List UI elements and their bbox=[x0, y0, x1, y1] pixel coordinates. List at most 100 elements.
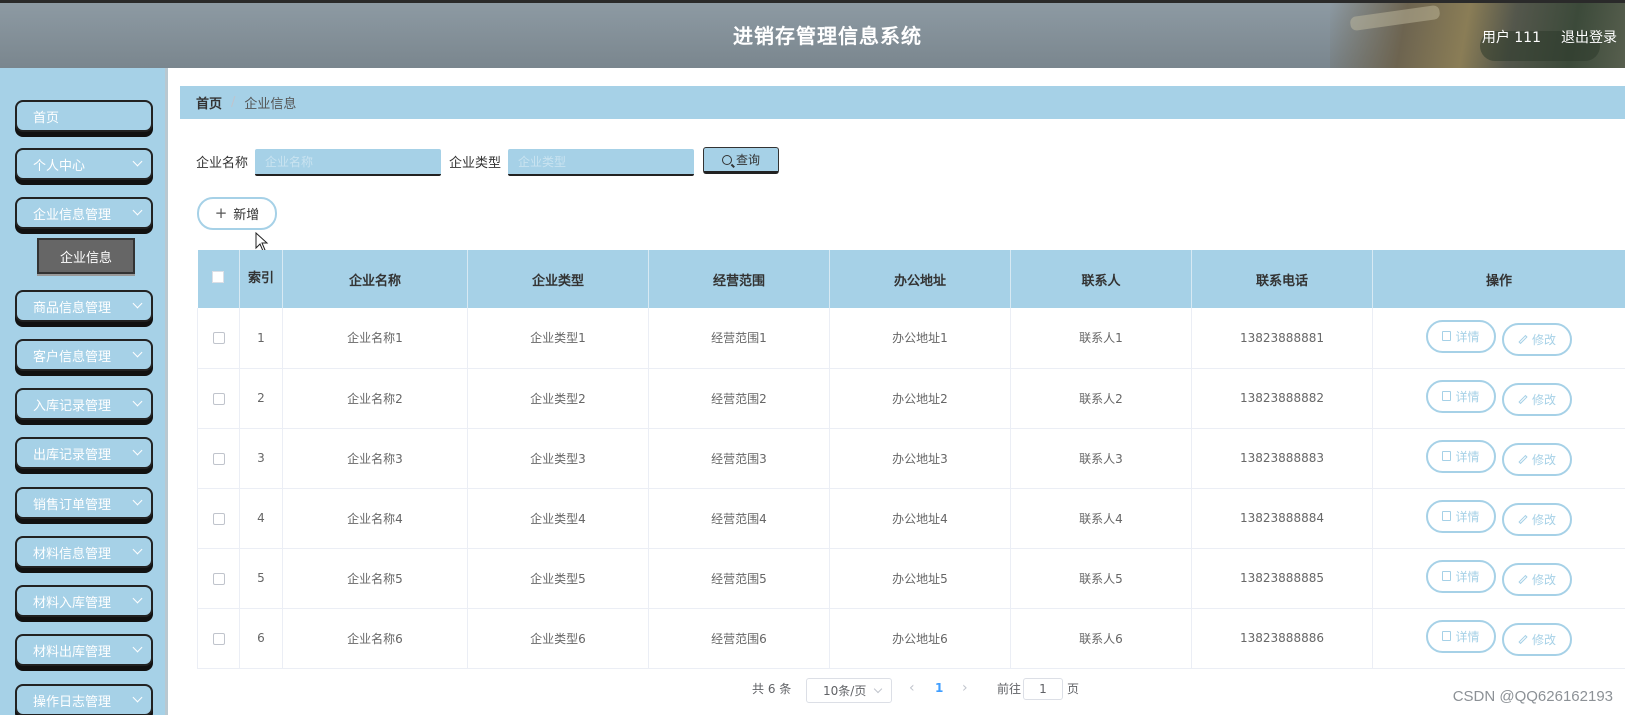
search-button[interactable]: 查询 bbox=[703, 147, 779, 174]
detail-button-label: 详情 bbox=[1455, 569, 1480, 584]
goto-page-input[interactable] bbox=[1023, 678, 1063, 700]
row-actions-cell: 详情 修改 bbox=[1372, 308, 1625, 369]
prev-page-icon[interactable]: ‹ bbox=[909, 680, 915, 696]
edit-icon bbox=[1518, 395, 1528, 405]
row-checkbox[interactable] bbox=[212, 572, 225, 585]
plus-icon: + bbox=[214, 204, 228, 222]
contact-person-cell: 联系人2 bbox=[1010, 368, 1192, 429]
row-actions-cell: 详情 修改 bbox=[1372, 488, 1625, 549]
contact-person-cell: 联系人5 bbox=[1010, 548, 1192, 609]
row-actions-cell: 详情 修改 bbox=[1372, 428, 1625, 489]
detail-button[interactable]: 详情 bbox=[1426, 439, 1496, 473]
business-scope-cell: 经营范围1 bbox=[648, 308, 830, 369]
row-checkbox[interactable] bbox=[212, 332, 225, 345]
edit-button[interactable]: 修改 bbox=[1502, 323, 1572, 356]
column-header: 操作 bbox=[1372, 250, 1625, 308]
page-size-value: 10条/页 bbox=[823, 684, 867, 698]
edit-button-label: 修改 bbox=[1531, 333, 1556, 347]
detail-button[interactable]: 详情 bbox=[1426, 499, 1496, 533]
detail-button-label: 详情 bbox=[1455, 389, 1480, 404]
sidebar-item-operation-logs[interactable]: 操作日志管理 bbox=[15, 684, 153, 715]
row-checkbox[interactable] bbox=[212, 512, 225, 525]
table-row: 5 企业名称5 企业类型5 经营范围5 办公地址5 联系人5 13823888885 详情 修改 bbox=[197, 548, 1625, 609]
detail-button[interactable]: 详情 bbox=[1426, 559, 1496, 593]
enterprise-table: 索引 企业名称 企业类型 经营范围 办公地址 联系人 联系电话 操作 1 企业名称… bbox=[197, 250, 1625, 669]
row-select-cell bbox=[197, 488, 240, 549]
enterprise-type-cell: 企业类型2 bbox=[467, 368, 649, 429]
page-size-select[interactable]: 10条/页 bbox=[806, 678, 892, 703]
document-icon bbox=[1442, 631, 1452, 642]
document-icon bbox=[1442, 391, 1452, 402]
document-icon bbox=[1442, 331, 1452, 341]
breadcrumb-home[interactable]: 首页 bbox=[196, 93, 222, 112]
contact-phone-cell: 13823888886 bbox=[1191, 608, 1373, 669]
chevron-down-icon bbox=[132, 298, 143, 309]
sidebar-item-enterprise-management[interactable]: 企业信息管理 bbox=[15, 197, 153, 229]
select-all-checkbox[interactable] bbox=[212, 271, 225, 283]
chevron-down-icon bbox=[132, 396, 143, 407]
edit-button[interactable]: 修改 bbox=[1502, 383, 1572, 417]
sidebar-item-personal-center[interactable]: 个人中心 bbox=[15, 148, 153, 180]
user-area: 用户 111 退出登录 bbox=[1482, 27, 1617, 47]
logout-link[interactable]: 退出登录 bbox=[1561, 27, 1617, 47]
chevron-down-icon bbox=[132, 692, 143, 703]
contact-phone-cell: 13823888881 bbox=[1191, 308, 1373, 369]
index-cell: 6 bbox=[239, 608, 283, 669]
sidebar-item-sales-orders[interactable]: 销售订单管理 bbox=[15, 487, 153, 519]
contact-phone-cell: 13823888882 bbox=[1191, 368, 1373, 429]
detail-button-label: 详情 bbox=[1455, 449, 1480, 464]
submenu-item-enterprise-info[interactable]: 企业信息 bbox=[37, 238, 135, 274]
business-scope-cell: 经营范围4 bbox=[648, 488, 830, 549]
current-page-number[interactable]: 1 bbox=[935, 681, 943, 695]
chevron-down-icon bbox=[132, 544, 143, 555]
sidebar-item-product-management[interactable]: 商品信息管理 bbox=[15, 290, 153, 322]
enterprise-type-cell: 企业类型3 bbox=[467, 428, 649, 489]
edit-button[interactable]: 修改 bbox=[1502, 563, 1572, 597]
detail-button-label: 详情 bbox=[1455, 509, 1480, 524]
sidebar-item-label: 材料出库管理 bbox=[33, 644, 112, 660]
next-page-icon[interactable]: › bbox=[962, 680, 968, 696]
sidebar-item-outbound-records[interactable]: 出库记录管理 bbox=[15, 437, 153, 469]
sidebar-item-label: 操作日志管理 bbox=[33, 694, 112, 710]
row-checkbox[interactable] bbox=[212, 632, 225, 645]
add-button[interactable]: + 新增 bbox=[197, 197, 277, 230]
sidebar-item-material-outbound[interactable]: 材料出库管理 bbox=[15, 634, 153, 666]
sidebar-item-label: 材料信息管理 bbox=[33, 546, 112, 562]
index-cell: 3 bbox=[239, 428, 283, 489]
enterprise-type-cell: 企业类型4 bbox=[467, 488, 649, 549]
sidebar-item-customer-management[interactable]: 客户信息管理 bbox=[15, 339, 153, 371]
chevron-down-icon bbox=[132, 347, 143, 358]
edit-button[interactable]: 修改 bbox=[1502, 443, 1572, 477]
sidebar-item-inbound-records[interactable]: 入库记录管理 bbox=[15, 388, 153, 420]
contact-person-cell: 联系人4 bbox=[1010, 488, 1192, 549]
detail-button[interactable]: 详情 bbox=[1426, 319, 1496, 353]
edit-button[interactable]: 修改 bbox=[1502, 623, 1572, 657]
edit-icon bbox=[1518, 334, 1528, 345]
row-checkbox[interactable] bbox=[212, 392, 225, 405]
column-header: 索引 bbox=[239, 250, 283, 308]
sidebar-item-label: 首页 bbox=[33, 110, 60, 126]
sidebar-item-label: 销售订单管理 bbox=[33, 497, 112, 513]
office-address-cell: 办公地址6 bbox=[829, 608, 1011, 669]
detail-button[interactable]: 详情 bbox=[1426, 619, 1496, 653]
edit-button-label: 修改 bbox=[1531, 633, 1556, 648]
edit-button-label: 修改 bbox=[1531, 513, 1556, 528]
contact-person-cell: 联系人3 bbox=[1010, 428, 1192, 489]
row-select-cell bbox=[197, 548, 240, 609]
sidebar-item-material-inbound[interactable]: 材料入库管理 bbox=[15, 585, 153, 617]
enterprise-name-input[interactable] bbox=[255, 149, 441, 176]
chevron-down-icon bbox=[132, 495, 143, 506]
row-actions-cell: 详情 修改 bbox=[1372, 608, 1625, 669]
sidebar-item-material-info[interactable]: 材料信息管理 bbox=[15, 536, 153, 568]
detail-button[interactable]: 详情 bbox=[1426, 379, 1496, 413]
enterprise-type-input[interactable] bbox=[508, 149, 694, 176]
chevron-down-icon bbox=[873, 684, 883, 694]
sidebar-item-home[interactable]: 首页 bbox=[15, 100, 153, 132]
chevron-down-icon bbox=[132, 205, 143, 216]
row-checkbox[interactable] bbox=[212, 452, 225, 465]
index-cell: 5 bbox=[239, 548, 283, 609]
row-select-cell bbox=[197, 368, 240, 429]
edit-button[interactable]: 修改 bbox=[1502, 503, 1572, 537]
mouse-cursor-icon bbox=[255, 232, 269, 252]
chevron-down-icon bbox=[132, 156, 143, 167]
